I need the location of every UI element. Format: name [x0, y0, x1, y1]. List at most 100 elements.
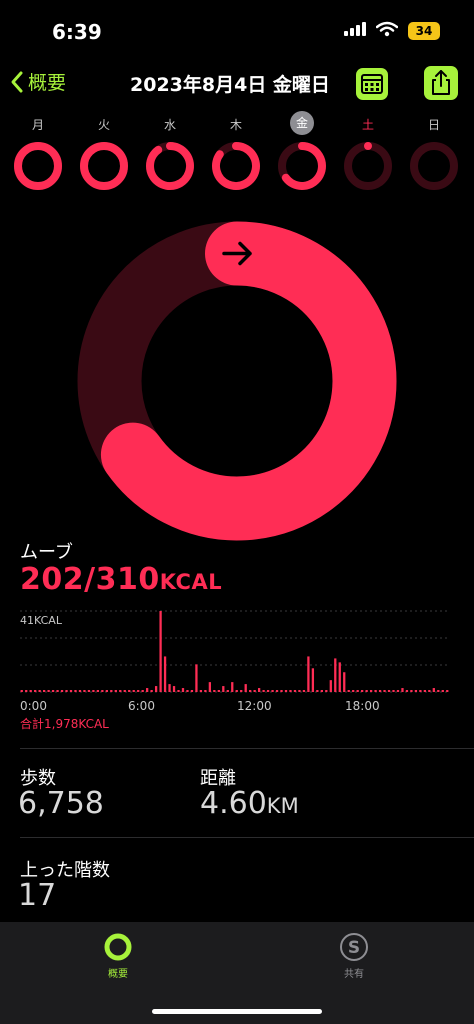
chart-bar	[325, 690, 328, 692]
chart-bar	[284, 690, 288, 692]
back-button[interactable]: 概要	[10, 68, 66, 95]
chart-bar	[275, 690, 279, 692]
day-ring-sun[interactable]	[410, 142, 458, 190]
weekday-label-tue: 火	[97, 118, 110, 132]
calendar-icon	[361, 74, 383, 94]
move-hourly-chart	[20, 610, 450, 693]
divider	[20, 748, 474, 749]
distance-unit: KM	[266, 794, 299, 818]
chart-bar	[159, 611, 162, 692]
svg-text:S: S	[348, 938, 360, 958]
day-ring-mon[interactable]	[14, 142, 62, 190]
tab-sharing[interactable]: S 共有	[314, 932, 394, 980]
x-tick-label: 6:00	[128, 699, 155, 713]
share-icon	[432, 70, 450, 95]
tab-sharing-label: 共有	[344, 969, 364, 980]
wifi-icon	[376, 21, 398, 37]
move-value-unit: KCAL	[159, 570, 223, 594]
chart-bar	[320, 690, 323, 692]
chart-bar	[423, 690, 427, 692]
chart-bar	[374, 690, 377, 692]
chart-bar	[222, 686, 225, 692]
move-total: 合計1,978KCAL	[20, 717, 109, 731]
chart-bar	[47, 690, 50, 692]
status-time: 6:39	[52, 20, 102, 44]
chart-bar	[244, 684, 247, 692]
move-value: 202/310KCAL	[20, 562, 222, 597]
chart-bar	[208, 682, 212, 692]
chart-bar	[441, 690, 444, 692]
chart-bar	[240, 690, 243, 692]
chart-bar	[396, 690, 400, 692]
chart-bar	[87, 690, 91, 692]
weekday-label-thu: 木	[229, 118, 242, 132]
chart-bar	[414, 690, 418, 692]
move-label: ムーブ	[20, 542, 73, 563]
chart-bar	[356, 690, 359, 692]
chart-bar	[226, 690, 229, 692]
chart-bar	[289, 690, 292, 692]
chart-bar	[271, 690, 274, 692]
weekday-label-fri: 金	[290, 111, 314, 135]
chart-bar	[199, 690, 203, 692]
chart-bar	[137, 690, 140, 692]
chart-bar	[329, 680, 332, 692]
chart-bar	[51, 690, 55, 692]
weekday-label-sun: 日	[427, 118, 440, 132]
share-button[interactable]	[424, 66, 458, 100]
chart-bar	[195, 664, 198, 692]
day-ring-fri[interactable]	[278, 142, 326, 190]
day-ring-sat[interactable]	[344, 142, 392, 190]
chart-bar	[150, 690, 153, 692]
chart-bar	[347, 690, 350, 692]
chart-bar	[446, 690, 449, 692]
chart-bar	[257, 688, 261, 692]
chevron-left-icon	[11, 71, 23, 92]
chart-bar	[83, 690, 86, 692]
chart-bar	[101, 690, 104, 692]
chart-bar	[25, 690, 28, 692]
chart-bar	[280, 690, 283, 692]
day-ring-tue[interactable]	[80, 142, 128, 190]
move-ring	[77, 221, 397, 541]
home-indicator	[152, 1009, 322, 1014]
chart-bar	[34, 690, 37, 692]
chart-bar	[316, 690, 319, 692]
chart-bar	[217, 690, 220, 692]
day-ring-wed[interactable]	[146, 142, 194, 190]
chart-bar	[110, 690, 113, 692]
chart-bar	[401, 688, 404, 692]
chart-bar	[307, 656, 310, 692]
chart-bar	[186, 690, 189, 692]
chart-bar	[302, 690, 306, 692]
chart-bar	[172, 686, 176, 692]
chart-bar	[262, 690, 265, 692]
chart-bar	[96, 690, 100, 692]
chart-bar	[177, 690, 180, 692]
chart-bar	[311, 668, 315, 692]
calendar-button[interactable]	[356, 68, 388, 100]
chart-bar	[293, 690, 297, 692]
chart-bar	[235, 690, 238, 692]
battery-icon: 34	[408, 22, 440, 40]
chart-bar	[387, 690, 391, 692]
day-ring-thu[interactable]	[212, 142, 260, 190]
chart-bar	[266, 690, 270, 692]
x-tick-label: 18:00	[345, 699, 380, 713]
cellular-signal-icon	[344, 22, 366, 36]
chart-bar	[146, 688, 149, 692]
chart-bar	[123, 690, 126, 692]
chart-bar	[69, 690, 73, 692]
week-rings[interactable]	[0, 138, 474, 194]
tab-summary[interactable]: 概要	[78, 932, 158, 980]
chart-bar	[168, 684, 171, 692]
chart-bar	[369, 690, 373, 692]
chart-bar	[20, 690, 23, 692]
chart-bar	[204, 690, 207, 692]
chart-bar	[119, 690, 122, 692]
page-title: 2023年8月4日 金曜日	[130, 74, 330, 96]
distance-value: 4.60KM	[200, 786, 299, 821]
chart-bar	[38, 690, 41, 692]
chart-bar	[338, 662, 341, 692]
chart-bar	[29, 690, 32, 692]
